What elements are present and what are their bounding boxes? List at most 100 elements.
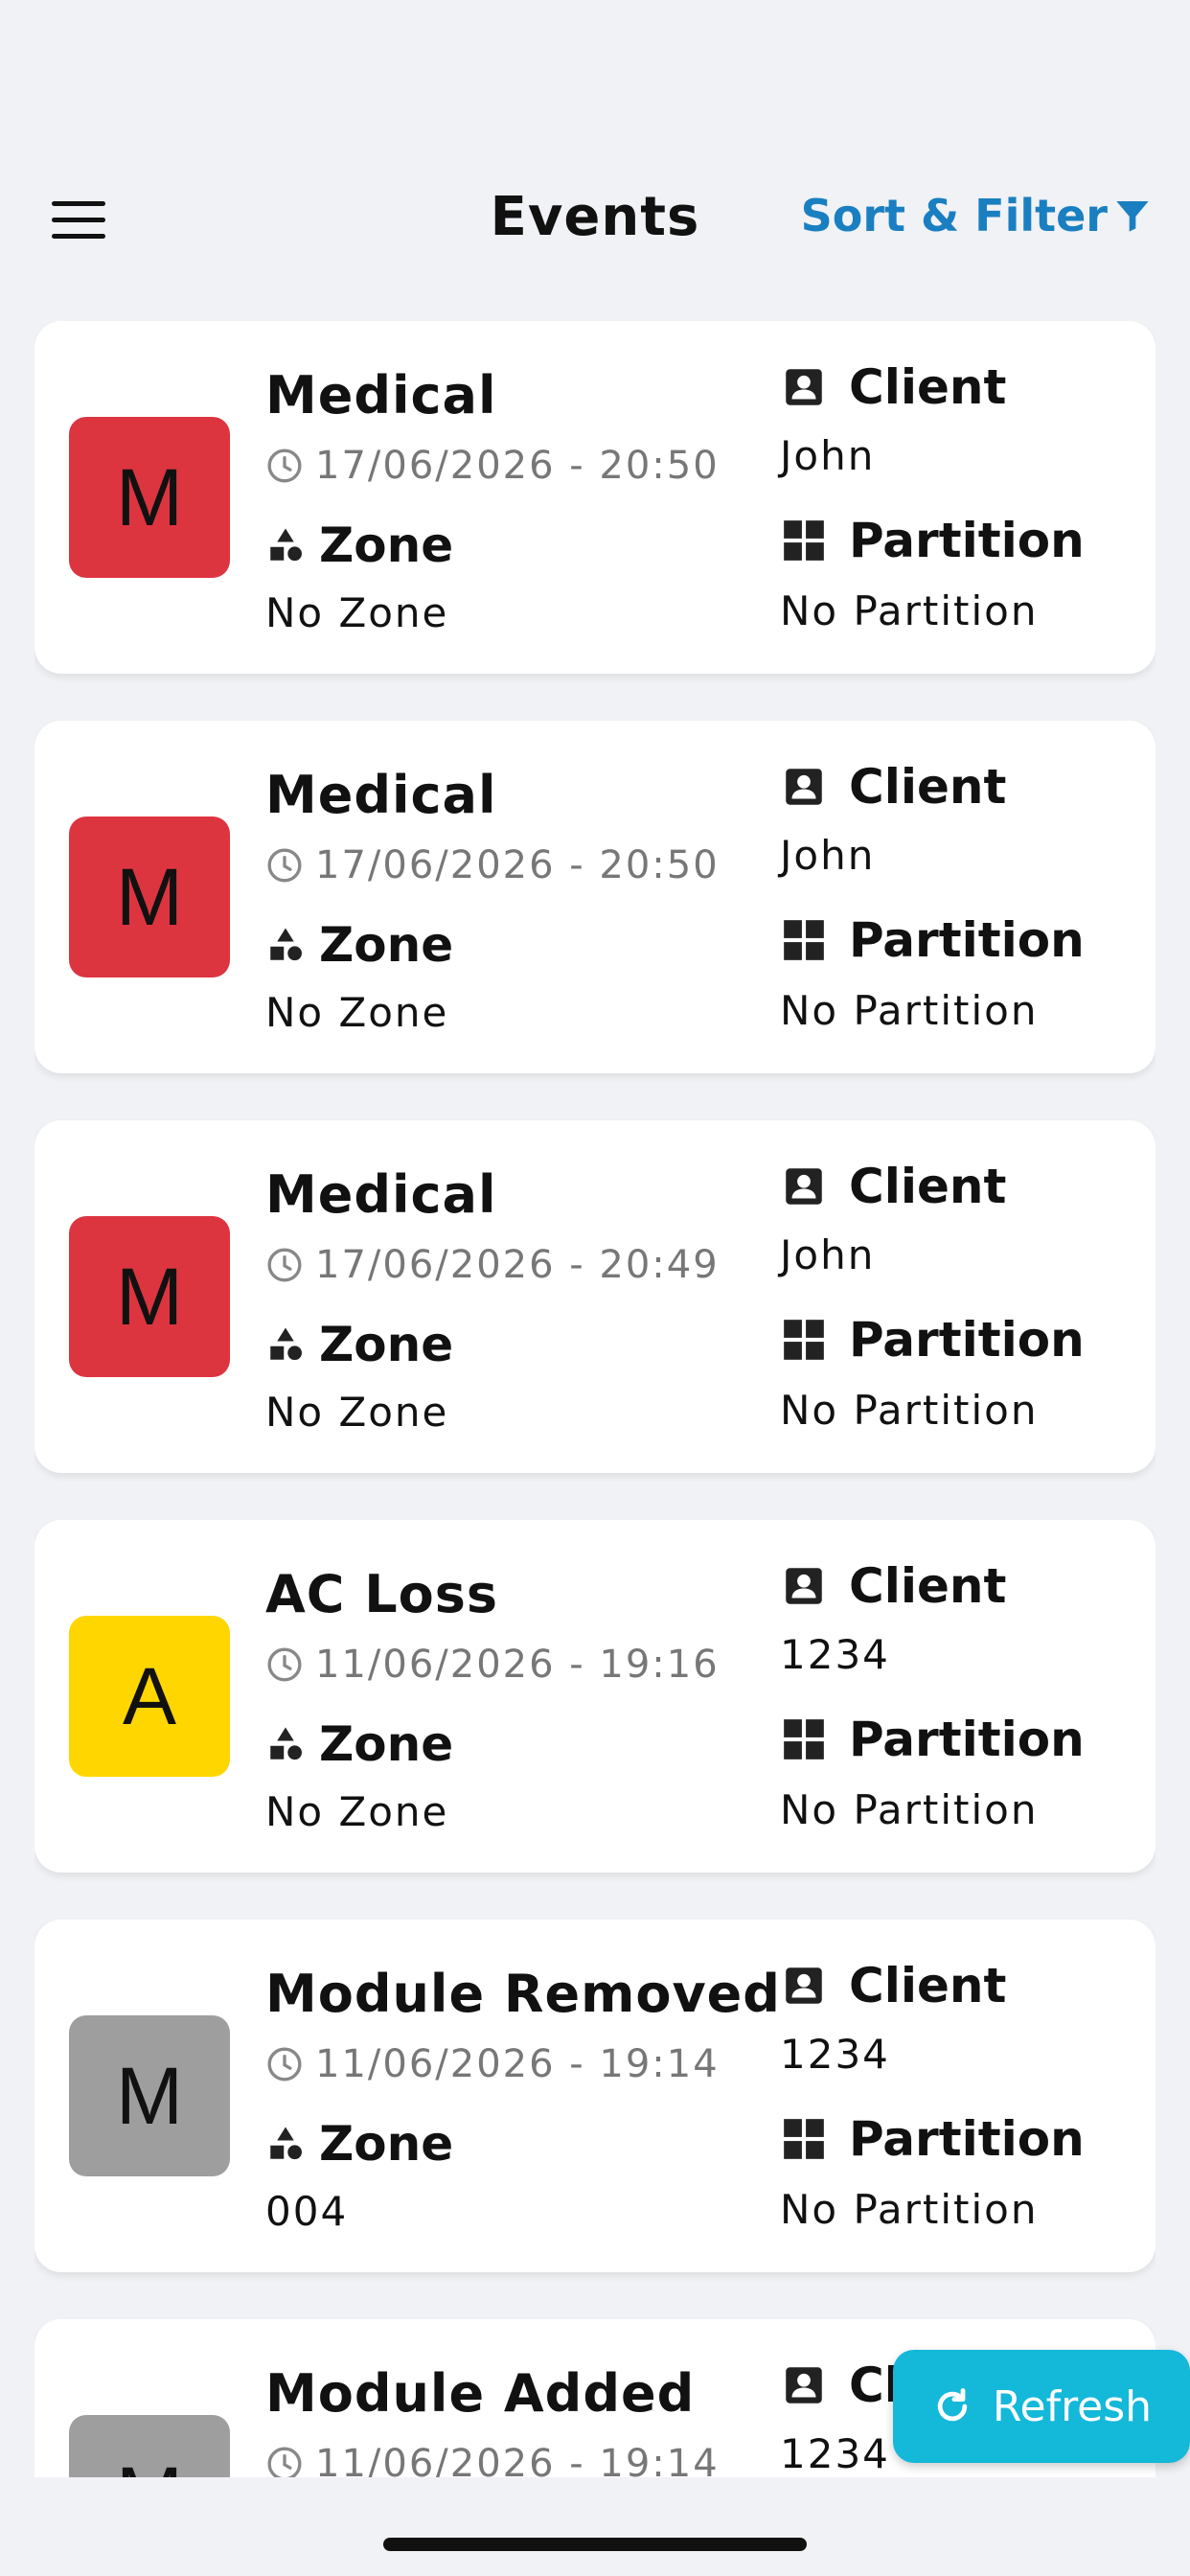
event-avatar: M xyxy=(69,2415,230,2477)
zone-label: Zone xyxy=(265,917,453,973)
partition-label: Partition xyxy=(780,1312,1085,1368)
event-time: 17/06/2026 - 20:49 xyxy=(265,1243,720,1287)
sort-filter-button[interactable]: Sort & Filter xyxy=(801,190,1152,242)
clock-icon xyxy=(267,2047,302,2082)
zone-value: No Zone xyxy=(265,1389,449,1436)
client-label: Client xyxy=(780,1958,1006,2013)
event-avatar: A xyxy=(69,1616,230,1777)
contact-icon xyxy=(786,1168,822,1205)
event-avatar: M xyxy=(69,417,230,578)
clock-icon xyxy=(267,448,302,483)
refresh-label: Refresh xyxy=(992,2381,1153,2431)
client-label: Client xyxy=(780,759,1006,815)
event-title: Module Removed xyxy=(265,1964,781,2024)
grid-icon xyxy=(784,520,824,561)
shapes-icon xyxy=(270,928,302,961)
event-time-text: 17/06/2026 - 20:50 xyxy=(315,444,720,488)
contact-icon xyxy=(786,769,822,805)
shapes-icon xyxy=(270,2127,302,2160)
partition-label: Partition xyxy=(780,912,1085,968)
zone-value: No Zone xyxy=(265,589,449,636)
partition-value: No Partition xyxy=(780,987,1039,1034)
event-time-text: 17/06/2026 - 20:49 xyxy=(315,1243,720,1287)
home-indicator xyxy=(383,2538,807,2551)
zone-label: Zone xyxy=(265,1716,453,1772)
event-title: Medical xyxy=(265,765,497,825)
event-avatar: M xyxy=(69,816,230,978)
client-value: John xyxy=(780,832,876,879)
zone-label-text: Zone xyxy=(319,1716,454,1772)
contact-icon xyxy=(786,2367,822,2404)
shapes-icon xyxy=(270,1327,302,1361)
clock-icon xyxy=(267,1248,302,1282)
clock-icon xyxy=(267,1647,302,1682)
partition-label-text: Partition xyxy=(849,513,1085,568)
zone-label: Zone xyxy=(265,2116,453,2172)
zone-label: Zone xyxy=(265,518,453,573)
contact-icon xyxy=(786,1967,822,2004)
event-time-text: 17/06/2026 - 20:50 xyxy=(315,843,720,887)
event-avatar: M xyxy=(69,1216,230,1377)
partition-label: Partition xyxy=(780,1712,1085,1767)
event-list[interactable]: M Medical 17/06/2026 - 20:50 Zone No Zone Cli… xyxy=(34,321,1156,2477)
event-time-text: 11/06/2026 - 19:14 xyxy=(315,2442,720,2477)
refresh-icon xyxy=(937,2388,968,2422)
partition-label-text: Partition xyxy=(849,1712,1085,1767)
event-title: Medical xyxy=(265,365,497,426)
client-label-text: Client xyxy=(849,759,1007,815)
client-value: John xyxy=(780,1231,876,1278)
partition-label-text: Partition xyxy=(849,1312,1085,1368)
event-card[interactable]: A AC Loss 11/06/2026 - 19:16 Zone No Zone Cli… xyxy=(34,1520,1156,1873)
grid-icon xyxy=(784,2119,824,2159)
client-value: 1234 xyxy=(780,2430,890,2477)
event-card[interactable]: M Medical 17/06/2026 - 20:50 Zone No Zone Cli… xyxy=(34,721,1156,1073)
client-value: 1234 xyxy=(780,2031,890,2078)
shapes-icon xyxy=(270,1727,302,1760)
filter-icon xyxy=(1116,201,1149,232)
refresh-button[interactable]: Refresh xyxy=(893,2350,1190,2463)
app-header: Events Sort & Filter xyxy=(0,172,1190,268)
zone-value: No Zone xyxy=(265,989,449,1036)
partition-label-text: Partition xyxy=(849,912,1085,968)
partition-value: No Partition xyxy=(780,1786,1039,1833)
event-title: AC Loss xyxy=(265,1564,499,1624)
client-value: 1234 xyxy=(780,1631,890,1678)
zone-value: 004 xyxy=(265,2188,349,2235)
event-card[interactable]: M Medical 17/06/2026 - 20:49 Zone No Zone Cli… xyxy=(34,1120,1156,1473)
event-card[interactable]: M Medical 17/06/2026 - 20:50 Zone No Zone Cli… xyxy=(34,321,1156,674)
client-label-text: Client xyxy=(849,359,1007,415)
event-time: 17/06/2026 - 20:50 xyxy=(265,843,720,887)
partition-value: No Partition xyxy=(780,2186,1039,2233)
event-time: 11/06/2026 - 19:14 xyxy=(265,2442,720,2477)
partition-label: Partition xyxy=(780,513,1085,568)
zone-label-text: Zone xyxy=(319,2116,454,2172)
client-label-text: Client xyxy=(849,1958,1007,2013)
event-time-text: 11/06/2026 - 19:16 xyxy=(315,1643,720,1687)
shapes-icon xyxy=(270,528,302,562)
event-time: 17/06/2026 - 20:50 xyxy=(265,444,720,488)
event-title: Module Added xyxy=(265,2363,696,2424)
zone-label-text: Zone xyxy=(319,1317,454,1372)
clock-icon xyxy=(267,848,302,883)
event-title: Medical xyxy=(265,1164,497,1225)
client-label: Client xyxy=(780,1159,1006,1214)
contact-icon xyxy=(786,1568,822,1604)
zone-label-text: Zone xyxy=(319,518,454,573)
clock-icon xyxy=(267,2447,302,2477)
grid-icon xyxy=(784,1320,824,1360)
event-time-text: 11/06/2026 - 19:14 xyxy=(315,2042,720,2086)
zone-label: Zone xyxy=(265,1317,453,1372)
event-time: 11/06/2026 - 19:14 xyxy=(265,2042,720,2086)
contact-icon xyxy=(786,369,822,405)
client-label: Client xyxy=(780,1558,1006,1614)
partition-label-text: Partition xyxy=(849,2111,1085,2167)
partition-label: Partition xyxy=(780,2111,1085,2167)
grid-icon xyxy=(784,1719,824,1760)
partition-value: No Partition xyxy=(780,587,1039,634)
partition-value: No Partition xyxy=(780,1387,1039,1434)
event-time: 11/06/2026 - 19:16 xyxy=(265,1643,720,1687)
event-avatar: M xyxy=(69,2015,230,2176)
zone-value: No Zone xyxy=(265,1788,449,1835)
client-label: Client xyxy=(780,359,1006,415)
event-card[interactable]: M Module Removed 11/06/2026 - 19:14 Zone 004… xyxy=(34,1920,1156,2272)
